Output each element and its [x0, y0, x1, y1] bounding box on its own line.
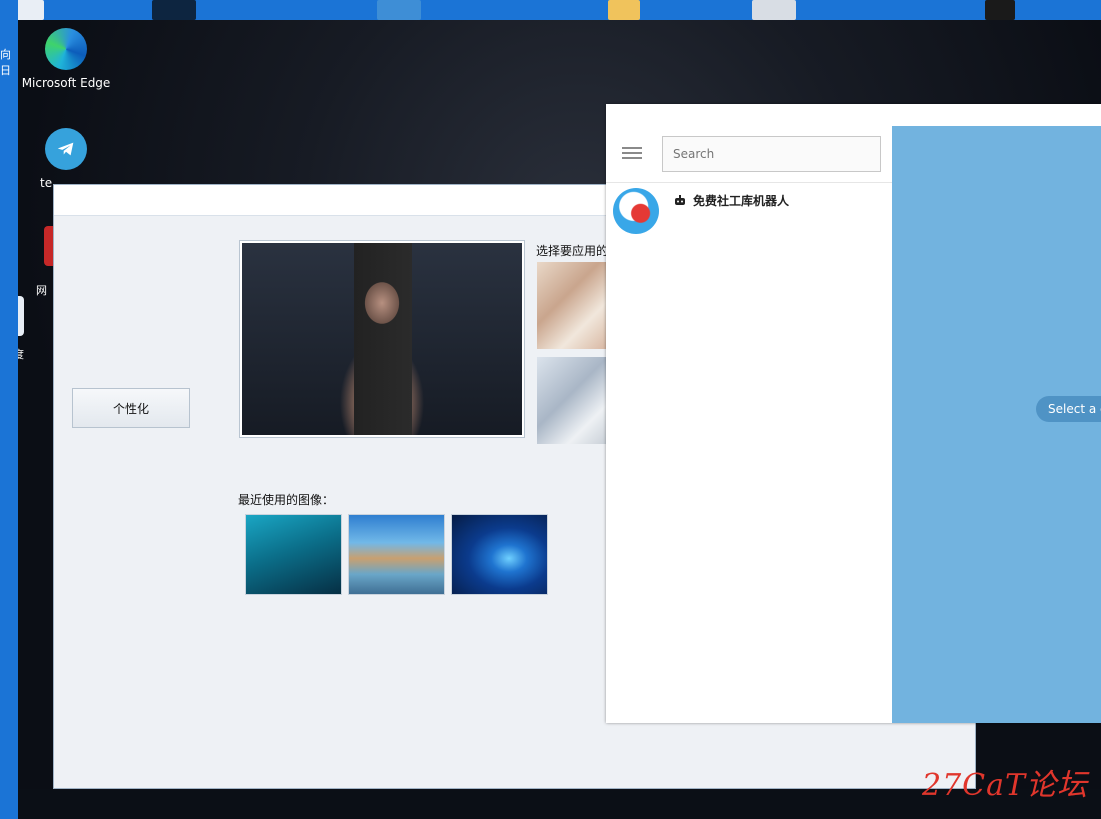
host-left-strip: 向日 — [0, 0, 18, 819]
chat-list-item[interactable]: 免费社工库机器人 — [606, 186, 892, 238]
host-desktop-strip — [0, 0, 1101, 20]
host-icon-3[interactable] — [377, 0, 421, 20]
avatar — [613, 188, 659, 234]
desktop-icon-edge[interactable]: Microsoft Edge — [18, 28, 114, 90]
wallpaper-option[interactable] — [537, 262, 607, 349]
select-chat-hint: Select a chat to start messaging — [1036, 396, 1101, 422]
wallpaper-preview — [239, 240, 525, 438]
telegram-chat-list-panel: 免费社工库机器人 — [606, 126, 893, 723]
personalize-button-label: 个性化 — [112, 401, 149, 416]
watermark: 27CaT论坛 — [922, 768, 1089, 803]
desktop-icon-telegram[interactable]: te — [18, 128, 114, 190]
recent-images-label: 最近使用的图像： — [238, 493, 335, 507]
edge-icon — [45, 28, 87, 70]
host-left-label: 向日 — [0, 48, 11, 77]
desktop-icon-label: 百度 — [18, 348, 24, 361]
recent-image[interactable] — [348, 514, 445, 595]
host-icon-2[interactable] — [152, 0, 196, 20]
desktop-icon-label: 网 — [36, 284, 47, 297]
telegram-window: 免费社工库机器人 Select a chat to start messagin… — [606, 104, 1101, 723]
recent-image[interactable] — [451, 514, 548, 595]
search-input[interactable] — [662, 136, 881, 172]
chat-title: 免费社工库机器人 — [693, 194, 790, 208]
remote-desktop: Microsoft Edge te 网 百度 个性化 选择要应用的 最近使用的图… — [18, 20, 1101, 789]
bot-icon — [674, 195, 686, 210]
desktop-icon-baidu[interactable] — [18, 296, 24, 336]
host-icon-6[interactable] — [985, 0, 1015, 20]
desktop-icon-label: Microsoft Edge — [21, 76, 111, 90]
wallpaper-preview-image — [242, 243, 522, 435]
host-icon-5[interactable] — [752, 0, 796, 20]
wallpaper-option[interactable] — [537, 357, 607, 444]
personalize-button[interactable]: 个性化 — [72, 388, 190, 428]
telegram-icon — [45, 128, 87, 170]
choose-wallpaper-label: 选择要应用的 — [536, 244, 609, 258]
telegram-title-bar[interactable] — [606, 104, 1101, 126]
telegram-conversation-area: Select a chat to start messaging — [892, 126, 1101, 723]
host-icon-4[interactable] — [608, 0, 640, 20]
hamburger-menu-icon[interactable] — [622, 144, 642, 162]
recent-image[interactable] — [245, 514, 342, 595]
divider — [606, 182, 892, 183]
